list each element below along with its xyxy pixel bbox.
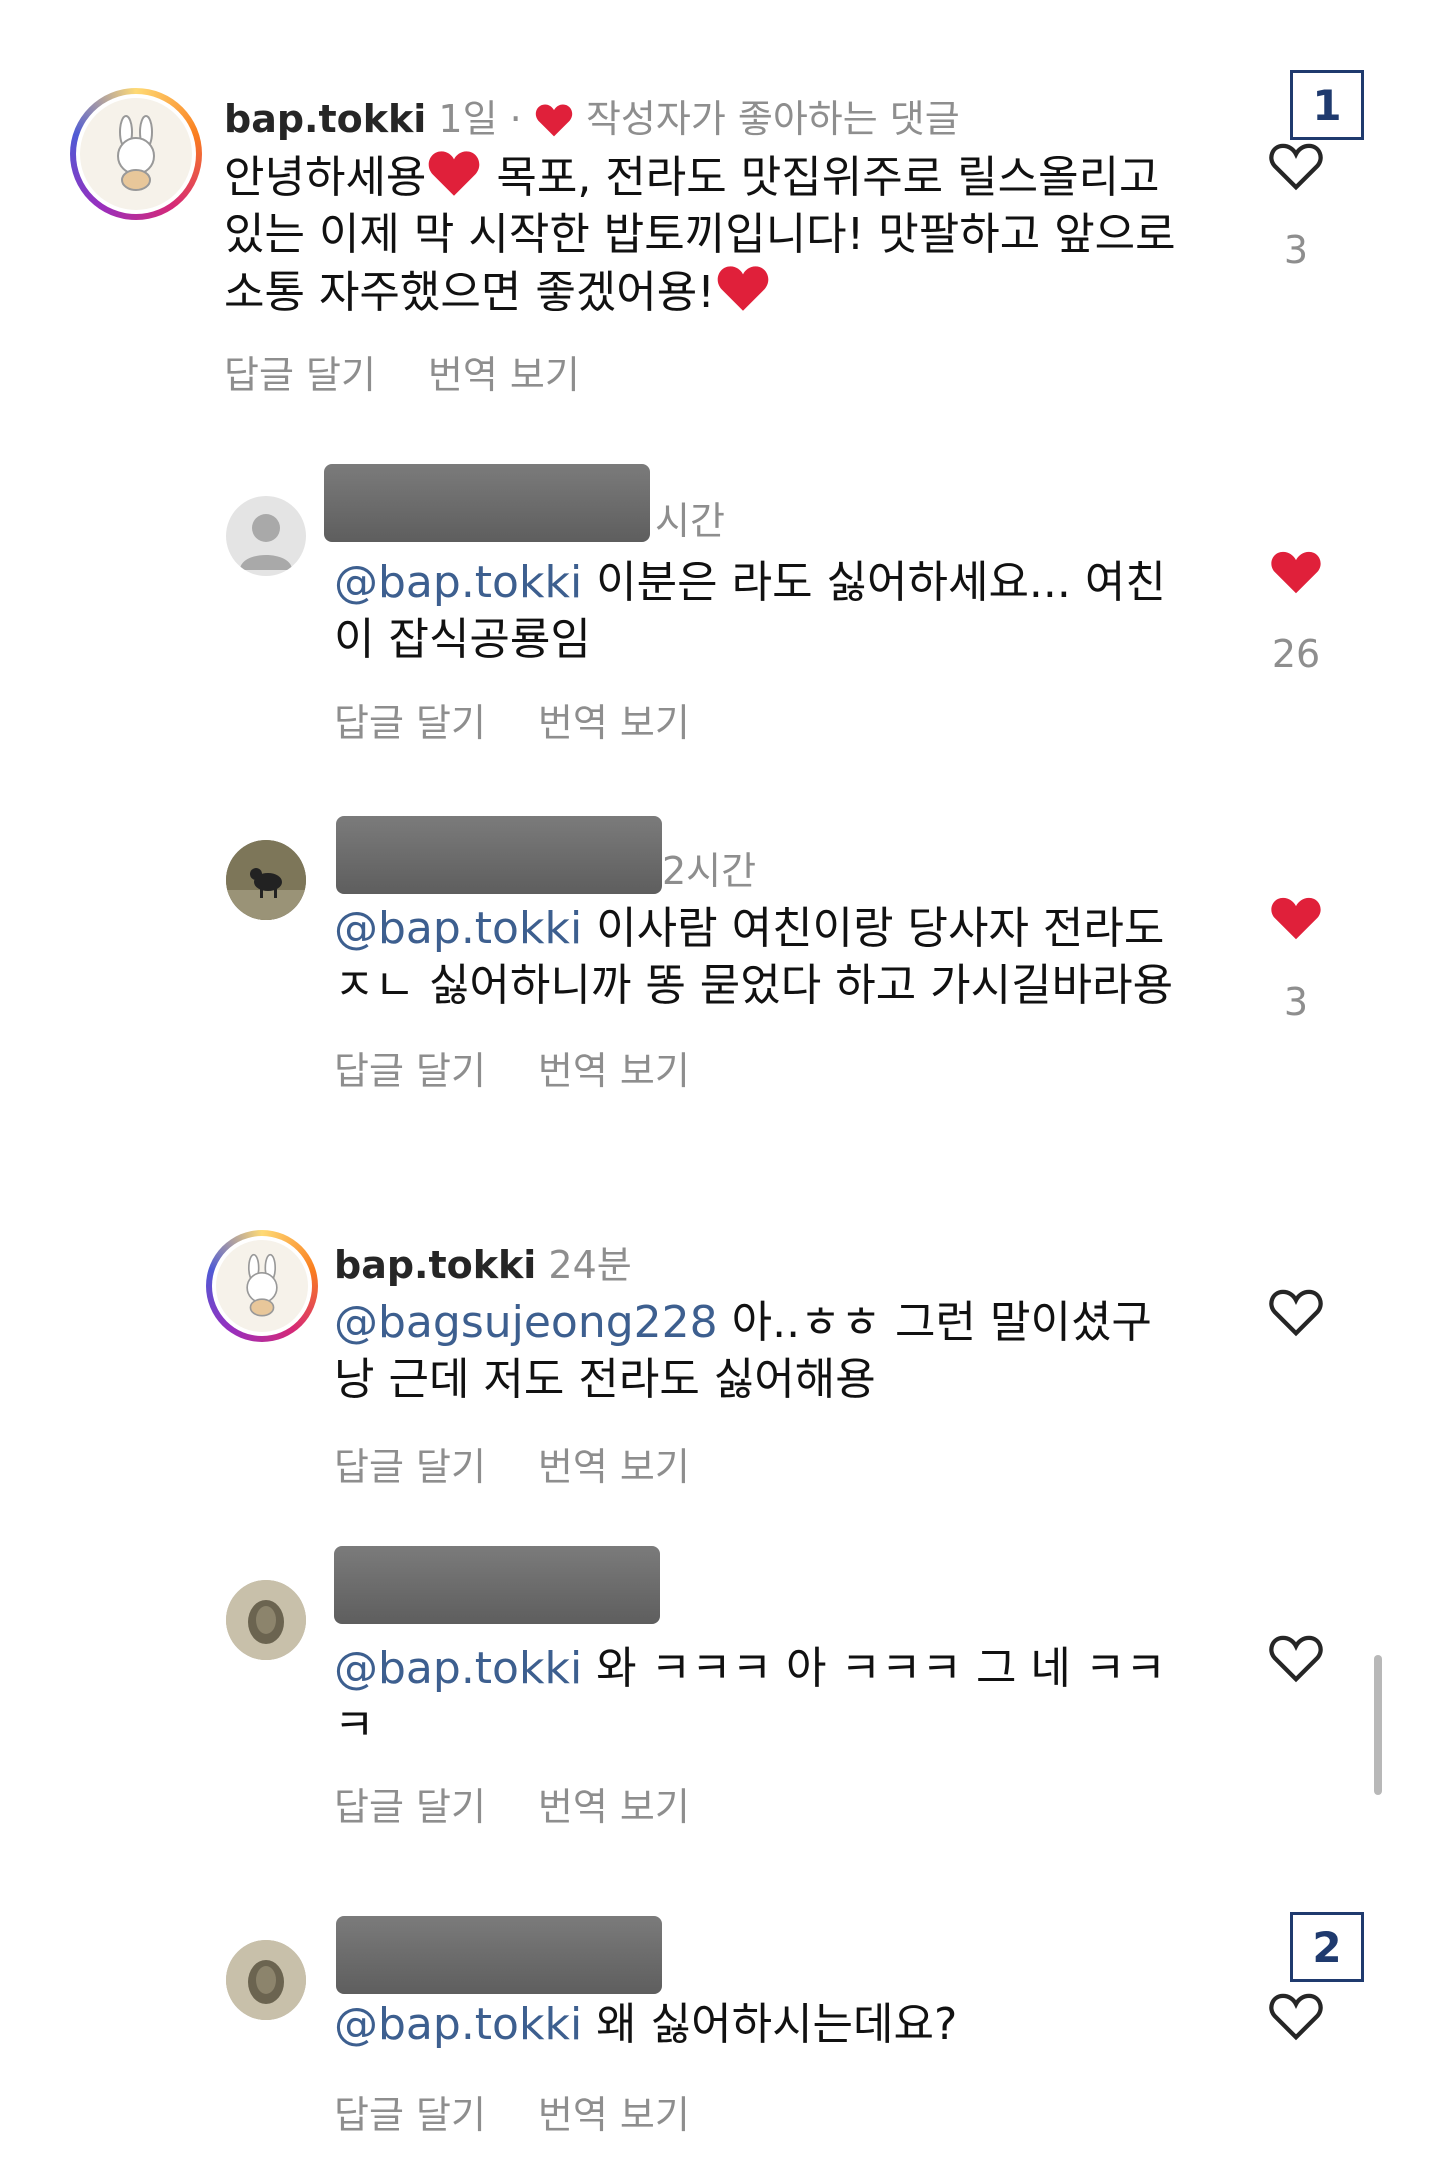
like-heart-outline-icon[interactable] bbox=[1266, 140, 1326, 192]
comment-time: 시간 bbox=[655, 499, 725, 543]
mention-link[interactable]: @bap.tokki bbox=[334, 903, 582, 954]
translate-button[interactable]: 번역 보기 bbox=[538, 2093, 690, 2137]
translate-button[interactable]: 번역 보기 bbox=[538, 1445, 690, 1489]
comment-text-line2: 있는 이제 막 시작한 밥토끼입니다! 맛팔하고 앞으로 bbox=[224, 209, 1176, 260]
like-count: 3 bbox=[1283, 228, 1309, 272]
mention-link[interactable]: @bap.tokki bbox=[334, 1643, 582, 1694]
redacted-username bbox=[336, 1916, 662, 1994]
red-heart-emoji-icon bbox=[717, 266, 769, 311]
comment-text-line2: ㅈㄴ 싫어하니까 똥 묻었다 하고 가시길바라용 bbox=[334, 960, 1174, 1011]
like-heart-outline-icon[interactable] bbox=[1266, 1632, 1326, 1684]
avatar[interactable] bbox=[226, 496, 306, 576]
like-count: 26 bbox=[1271, 632, 1321, 676]
reply-button[interactable]: 답글 달기 bbox=[334, 701, 486, 745]
comment-text-line1b: 목포, 전라도 맛집위주로 릴스올리고 bbox=[482, 152, 1160, 203]
comment-text-line1: 아..ㅎㅎ 그런 말이셨구 bbox=[717, 1297, 1152, 1348]
comment-text-line2: 낭 근데 저도 전라도 싫어해용 bbox=[334, 1354, 876, 1405]
reply-button[interactable]: 답글 달기 bbox=[334, 1049, 486, 1093]
comment-text-line1: 와 ㅋㅋㅋ 아 ㅋㅋㅋ 그 네 ㅋㅋ bbox=[582, 1643, 1166, 1694]
comment-text-line1a: 안녕하세용 bbox=[224, 152, 427, 203]
like-count: 3 bbox=[1283, 980, 1309, 1024]
redacted-username bbox=[336, 816, 662, 894]
redacted-username bbox=[324, 464, 650, 542]
creator-heart-icon bbox=[535, 104, 573, 137]
comment-text-line1: 이사람 여친이랑 당사자 전라도 bbox=[582, 903, 1165, 954]
scrollbar[interactable] bbox=[1374, 1655, 1382, 1795]
translate-button[interactable]: 번역 보기 bbox=[428, 353, 580, 397]
like-heart-outline-icon[interactable] bbox=[1266, 1990, 1326, 2042]
username[interactable]: bap.tokki bbox=[334, 1243, 536, 1287]
like-heart-outline-icon[interactable] bbox=[1266, 1286, 1326, 1338]
like-heart-filled-icon[interactable] bbox=[1266, 892, 1326, 944]
photo-avatar-icon bbox=[226, 1580, 306, 1660]
avatar[interactable] bbox=[226, 1940, 306, 2020]
avatar[interactable] bbox=[70, 88, 202, 220]
comment-text-line2: ㅋ bbox=[334, 1700, 375, 1751]
reply-button[interactable]: 답글 달기 bbox=[334, 1785, 486, 1829]
red-heart-emoji-icon bbox=[429, 151, 480, 196]
annotation-marker-1: 1 bbox=[1290, 70, 1364, 140]
default-user-icon bbox=[240, 514, 292, 570]
username[interactable]: bap.tokki bbox=[224, 97, 426, 141]
translate-button[interactable]: 번역 보기 bbox=[538, 701, 690, 745]
avatar[interactable] bbox=[226, 1580, 306, 1660]
creator-like-label: 작성자가 좋아하는 댓글 bbox=[585, 97, 960, 141]
reply-button[interactable]: 답글 달기 bbox=[224, 353, 376, 397]
reply-button[interactable]: 답글 달기 bbox=[334, 2093, 486, 2137]
translate-button[interactable]: 번역 보기 bbox=[538, 1785, 690, 1829]
translate-button[interactable]: 번역 보기 bbox=[538, 1049, 690, 1093]
dog-photo-icon bbox=[226, 840, 306, 920]
comment-time: 24분 bbox=[548, 1243, 632, 1287]
like-heart-filled-icon[interactable] bbox=[1266, 546, 1326, 598]
mention-link[interactable]: @bap.tokki bbox=[334, 557, 582, 608]
redacted-username bbox=[334, 1546, 660, 1624]
mention-link[interactable]: @bap.tokki bbox=[334, 1999, 582, 2050]
comment-text-line3: 소통 자주했으면 좋겠어용! bbox=[224, 267, 715, 318]
comment-text-line1: 왜 싫어하시는데요? bbox=[582, 1999, 958, 2050]
avatar[interactable] bbox=[226, 840, 306, 920]
annotation-marker-2: 2 bbox=[1290, 1912, 1364, 1982]
photo-avatar-icon bbox=[226, 1940, 306, 2020]
rabbit-avatar-icon bbox=[246, 1253, 278, 1317]
separator: · bbox=[509, 97, 522, 141]
mention-link[interactable]: @bagsujeong228 bbox=[334, 1297, 718, 1348]
comment-text-line1: 이분은 라도 싫어하세요... 여친 bbox=[582, 557, 1166, 608]
comment-time: 1일 bbox=[438, 97, 498, 141]
avatar[interactable] bbox=[206, 1230, 318, 1342]
rabbit-avatar-icon bbox=[117, 115, 155, 191]
comment-time: 2시간 bbox=[662, 849, 757, 893]
reply-button[interactable]: 답글 달기 bbox=[334, 1445, 486, 1489]
comment-text-line2: 이 잡식공룡임 bbox=[334, 614, 591, 665]
